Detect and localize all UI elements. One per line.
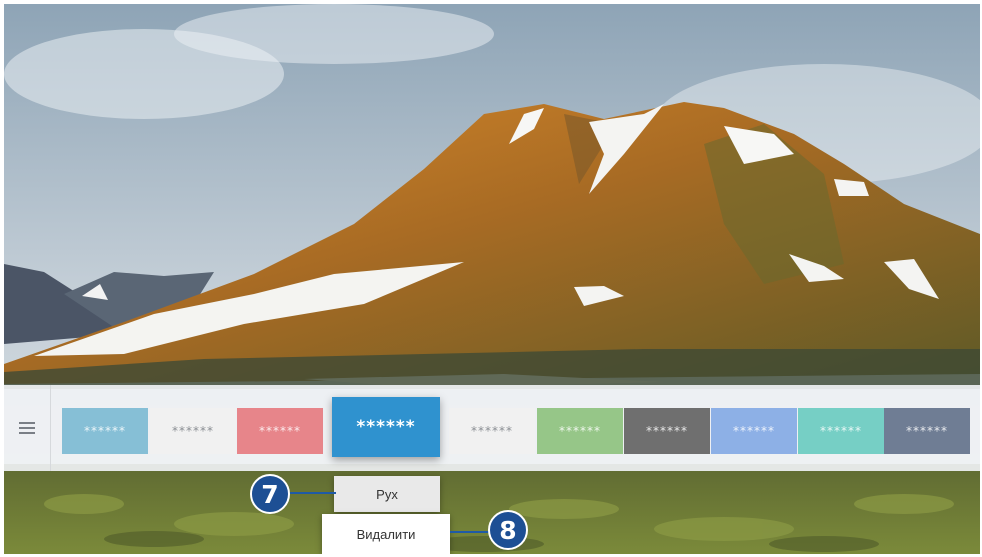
callout-8: 8 bbox=[488, 510, 528, 550]
tv-screen: ****** ****** ****** ****** ****** *****… bbox=[4, 4, 980, 554]
hamburger-menu-icon[interactable] bbox=[4, 385, 51, 471]
smart-hub-bar: ****** ****** ****** ****** ****** *****… bbox=[4, 385, 980, 471]
app-tile[interactable]: ****** bbox=[62, 408, 148, 454]
app-tile[interactable]: ****** bbox=[711, 408, 797, 454]
app-tile[interactable]: ****** bbox=[884, 408, 970, 454]
callout-line bbox=[290, 492, 336, 494]
callout-7: 7 bbox=[250, 474, 290, 514]
background-landscape-image bbox=[4, 4, 980, 554]
app-tile[interactable]: ****** bbox=[624, 408, 710, 454]
app-tile[interactable]: ****** bbox=[798, 408, 884, 454]
app-tile[interactable]: ****** bbox=[150, 408, 236, 454]
app-tile-focused[interactable]: ****** bbox=[332, 397, 440, 457]
move-menu-item[interactable]: Рух bbox=[334, 476, 440, 512]
callout-line bbox=[450, 531, 490, 533]
app-tile[interactable]: ****** bbox=[449, 408, 535, 454]
delete-menu-item[interactable]: Видалити bbox=[322, 514, 450, 554]
app-tile[interactable]: ****** bbox=[537, 408, 623, 454]
app-tile[interactable]: ****** bbox=[237, 408, 323, 454]
